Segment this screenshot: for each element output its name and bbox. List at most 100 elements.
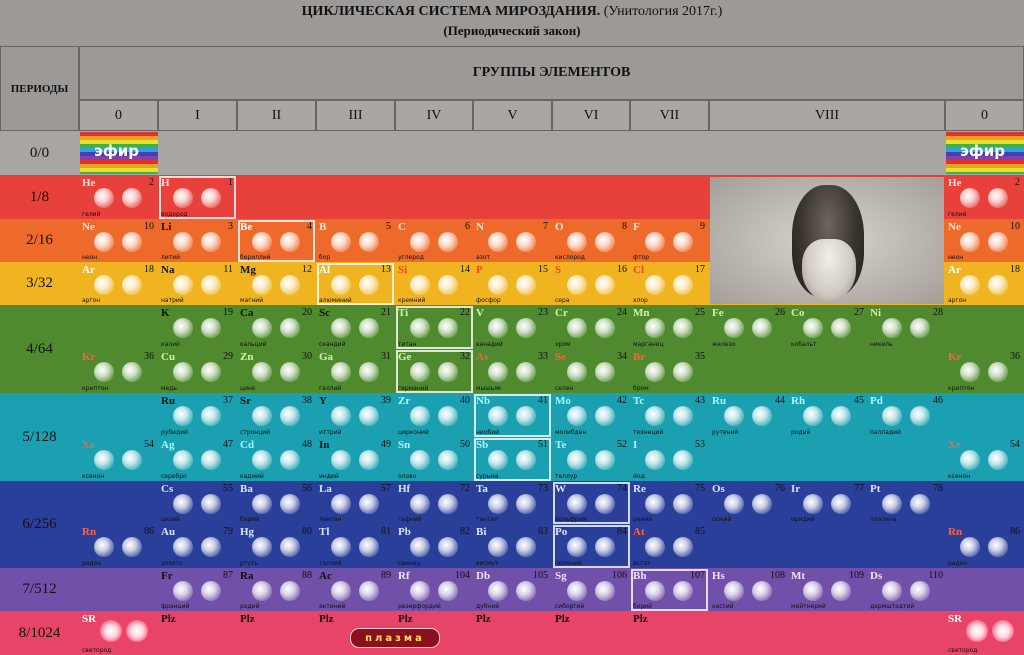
atom-orb-icon: [410, 494, 430, 514]
atom-orb-icon: [438, 450, 458, 470]
atom-orb-icon: [567, 318, 587, 338]
element-cell-br: Br 35 бром: [631, 350, 708, 393]
atom-orb-icon: [645, 318, 665, 338]
element-number: 14: [460, 264, 470, 275]
atom-orb-icon: [331, 450, 351, 470]
atom-orb-icon: [201, 318, 221, 338]
element-cell-ne: Ne 10 неон: [946, 220, 1023, 262]
element-cell-cu: Cu 29 медь: [159, 350, 236, 393]
element-number: 17: [695, 264, 705, 275]
atom-orb-icon: [567, 450, 587, 470]
element-symbol: Cs: [161, 483, 174, 495]
element-cell-he: He 2 гелий: [80, 176, 157, 219]
element-name: титан: [398, 341, 417, 348]
element-cell-rn: Rn 86 радон: [946, 525, 1023, 568]
element-symbol: F: [633, 221, 640, 233]
atom-orb-icon: [252, 318, 272, 338]
atom-orb-icon: [831, 318, 851, 338]
atom-orb-icon: [960, 275, 980, 295]
element-cell-be: Be 4 бериллий: [238, 220, 315, 262]
element-cell-bi: Bi 83 висмут: [474, 525, 551, 568]
element-name: хлор: [633, 297, 648, 304]
title-suffix: (Унитология 2017г.): [603, 4, 723, 19]
atom-orb-icon: [410, 275, 430, 295]
element-symbol: Li: [161, 221, 172, 233]
element-symbol: Mn: [633, 307, 650, 319]
period-label-3: 3/32: [26, 275, 53, 291]
element-cell-sr: SR светород: [80, 612, 157, 655]
atom-orb-icon: [201, 188, 221, 208]
element-symbol: Bh: [633, 570, 647, 582]
element-number: 77: [854, 483, 864, 494]
element-name: гелий: [82, 211, 101, 218]
atom-orb-icon: [488, 362, 508, 382]
element-symbol: La: [319, 483, 332, 495]
element-symbol: Ta: [476, 483, 488, 495]
element-symbol: Hs: [712, 570, 725, 582]
element-symbol: Xe: [948, 439, 961, 451]
element-symbol: Nb: [476, 395, 491, 407]
atom-orb-icon: [173, 406, 193, 426]
plasma-cell-label: Plz: [476, 613, 491, 625]
atom-orb-icon: [331, 362, 351, 382]
element-symbol: Rh: [791, 395, 806, 407]
element-name: теллур: [555, 473, 578, 480]
element-number: 107: [690, 570, 705, 581]
atom-orb-icon: [201, 494, 221, 514]
atom-orb-icon: [252, 232, 272, 252]
element-symbol: Pt: [870, 483, 881, 495]
page-title: ЦИКЛИЧЕСКАЯ СИСТЕМА МИРОЗДАНИЯ. (Унитоло…: [0, 4, 1024, 20]
element-cell-n: N 7 азот: [474, 220, 551, 262]
atom-orb-icon: [438, 362, 458, 382]
element-number: 38: [302, 395, 312, 406]
element-cell-ar: Ar 18 аргон: [946, 263, 1023, 305]
atom-orb-icon: [831, 581, 851, 601]
element-symbol: Rf: [398, 570, 410, 582]
element-cell-si: Si 14 кремний: [396, 263, 473, 305]
element-name: олово: [398, 473, 417, 480]
atom-orb-icon: [567, 581, 587, 601]
period-label-2: 2/16: [26, 232, 53, 248]
element-number: 51: [538, 439, 548, 450]
element-name: натрий: [161, 297, 184, 304]
element-symbol: W: [555, 483, 566, 495]
element-symbol: He: [82, 177, 96, 189]
element-name: астат: [633, 560, 651, 567]
element-number: 57: [381, 483, 391, 494]
atom-orb-icon: [280, 537, 300, 557]
atom-orb-icon: [752, 581, 772, 601]
element-symbol: Bi: [476, 526, 487, 538]
element-name: фтор: [633, 254, 650, 261]
element-name: литий: [161, 254, 181, 261]
plasma-cell-label: Plz: [398, 613, 413, 625]
groups-header: ГРУППЫ ЭЛЕМЕНТОВ: [79, 46, 1024, 100]
element-cell-s: S 16 сера: [553, 263, 630, 305]
atom-orb-icon: [645, 232, 665, 252]
element-number: 49: [381, 439, 391, 450]
atom-orb-icon: [359, 406, 379, 426]
element-name: ксенон: [82, 473, 105, 480]
atom-orb-icon: [201, 450, 221, 470]
element-symbol: Xe: [82, 439, 95, 451]
element-number: 85: [695, 526, 705, 537]
element-cell-kr: Kr 36 криптон: [946, 350, 1023, 393]
element-cell-zr: Zr 40 цирконий: [396, 394, 473, 437]
atom-orb-icon: [252, 450, 272, 470]
atom-orb-icon: [752, 494, 772, 514]
element-number: 32: [460, 351, 470, 362]
element-symbol: Ni: [870, 307, 881, 319]
atom-orb-icon: [410, 581, 430, 601]
ether-cell-left: эфир: [80, 132, 158, 174]
element-symbol: Kr: [948, 351, 962, 363]
element-name: радон: [82, 560, 102, 567]
element-symbol: Au: [161, 526, 176, 538]
atom-orb-icon: [645, 362, 665, 382]
element-symbol: Ag: [161, 439, 175, 451]
atom-orb-icon: [280, 232, 300, 252]
element-number: 8: [622, 221, 627, 232]
element-cell-ru: Ru 37 рубидий: [159, 394, 236, 437]
element-name: стронций: [240, 429, 271, 436]
element-number: 11: [223, 264, 233, 275]
atom-orb-icon: [122, 232, 142, 252]
element-name: индий: [319, 473, 339, 480]
